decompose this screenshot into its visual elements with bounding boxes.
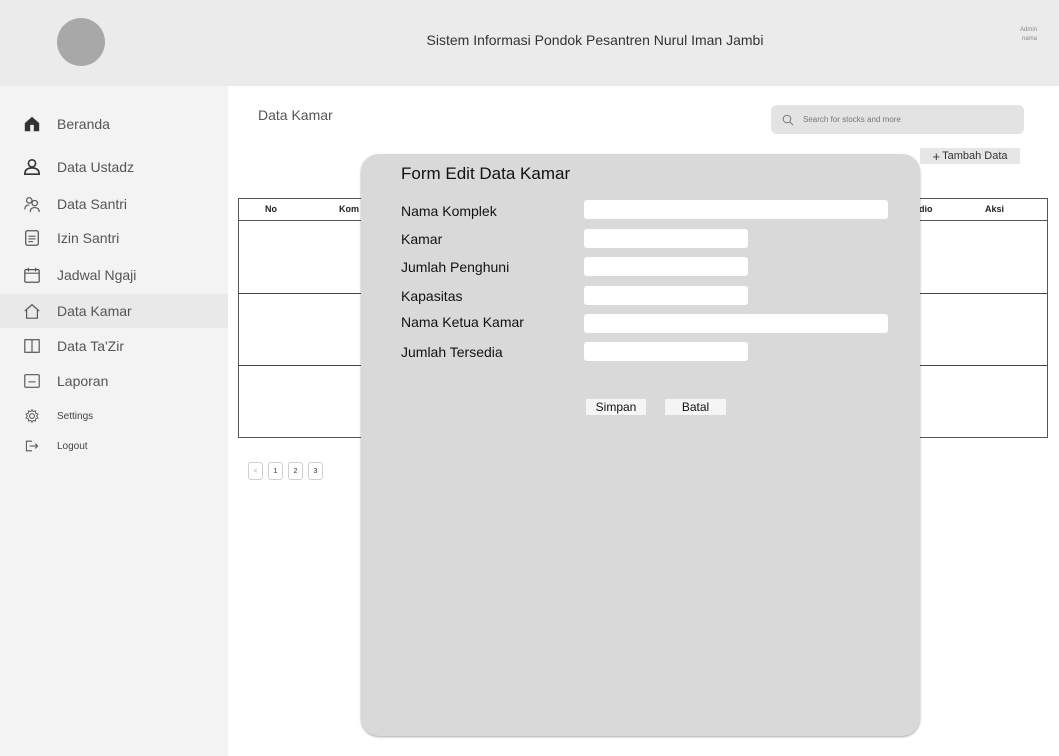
book-icon <box>22 336 42 356</box>
page-title: Data Kamar <box>258 107 333 123</box>
modal-title: Form Edit Data Kamar <box>401 164 571 183</box>
add-data-button[interactable]: + Tambah Data <box>920 148 1020 164</box>
field-label-kamar: Kamar <box>401 231 443 247</box>
sidebar-item-data-kamar[interactable]: Data Kamar <box>0 294 228 328</box>
save-button[interactable]: Simpan <box>586 399 646 415</box>
sidebar-item-label: Beranda <box>57 116 110 132</box>
page-button-3[interactable]: 3 <box>308 462 323 480</box>
sidebar-item-label: Data Ustadz <box>57 159 135 175</box>
column-header: dio <box>919 204 933 214</box>
kamar-input[interactable] <box>584 229 748 248</box>
add-data-label: Tambah Data <box>942 150 1008 162</box>
kapasitas-input[interactable] <box>584 286 748 305</box>
page-button-2[interactable]: 2 <box>288 462 303 480</box>
logout-icon <box>22 436 42 456</box>
sidebar-item-label: Jadwal Ngaji <box>57 267 137 283</box>
field-label-nama-komplek: Nama Komplek <box>401 203 497 219</box>
user-icon <box>22 157 42 177</box>
sidebar-item-label: Settings <box>57 410 94 422</box>
cancel-button[interactable]: Batal <box>665 399 726 415</box>
sidebar-item-label: Data Kamar <box>57 303 132 319</box>
sidebar-item-jadwal-ngaji[interactable]: Jadwal Ngaji <box>0 258 228 292</box>
admin-profile[interactable]: Admin nama <box>1020 26 1037 44</box>
sidebar-item-label: Laporan <box>57 373 109 389</box>
sidebar-item-settings[interactable]: Settings <box>0 402 228 430</box>
column-header: No <box>265 204 277 214</box>
nama-komplek-input[interactable] <box>584 200 888 219</box>
app-title: Sistem Informasi Pondok Pesantren Nurul … <box>426 32 764 48</box>
sidebar-item-label: Data Ta'Zir <box>57 338 124 354</box>
column-header: Kom <box>339 204 359 214</box>
sidebar-item-data-santri[interactable]: Data Santri <box>0 187 228 221</box>
field-label-nama-ketua-kamar: Nama Ketua Kamar <box>401 314 524 330</box>
house-outline-icon <box>22 301 42 321</box>
sidebar-item-label: Logout <box>57 440 88 452</box>
plus-icon: + <box>932 148 941 164</box>
sidebar-item-logout[interactable]: Logout <box>0 432 228 460</box>
sidebar-item-laporan[interactable]: Laporan <box>0 364 228 398</box>
app-header: Sistem Informasi Pondok Pesantren Nurul … <box>0 0 1059 86</box>
calendar-icon <box>22 265 42 285</box>
page-button-1[interactable]: 1 <box>268 462 283 480</box>
edit-kamar-modal: Form Edit Data Kamar Nama Komplek Kamar … <box>361 154 920 736</box>
jumlah-tersedia-input[interactable] <box>584 342 748 361</box>
report-icon <box>22 371 42 391</box>
sidebar-item-beranda[interactable]: Beranda <box>0 107 228 141</box>
sidebar-item-label: Data Santri <box>57 196 128 212</box>
field-label-jumlah-tersedia: Jumlah Tersedia <box>401 344 503 360</box>
search-icon <box>782 113 794 126</box>
field-label-jumlah-penghuni: Jumlah Penghuni <box>401 259 510 275</box>
admin-name: nama <box>1021 36 1037 42</box>
nama-ketua-kamar-input[interactable] <box>584 314 888 333</box>
users-icon <box>22 194 42 214</box>
prev-page-button[interactable]: < <box>248 462 263 480</box>
sidebar-item-izin-santri[interactable]: Izin Santri <box>0 221 228 255</box>
gear-icon <box>22 406 42 426</box>
jumlah-penghuni-input[interactable] <box>584 257 748 276</box>
home-icon <box>22 114 42 134</box>
sidebar-item-data-ustadz[interactable]: Data Ustadz <box>0 150 228 184</box>
sidebar-item-label: Izin Santri <box>57 230 120 246</box>
field-label-kapasitas: Kapasitas <box>401 288 463 304</box>
logo <box>57 18 105 66</box>
document-icon <box>22 228 42 248</box>
column-header: Aksi <box>985 204 1005 214</box>
sidebar: Beranda Data Ustadz Data Santri Izin San… <box>0 86 228 756</box>
search-input[interactable] <box>803 111 1013 128</box>
sidebar-item-data-tazir[interactable]: Data Ta'Zir <box>0 329 228 363</box>
search-bar[interactable] <box>771 105 1024 134</box>
admin-label: Admin <box>1019 27 1037 33</box>
pagination: < 1 2 3 <box>248 462 323 480</box>
